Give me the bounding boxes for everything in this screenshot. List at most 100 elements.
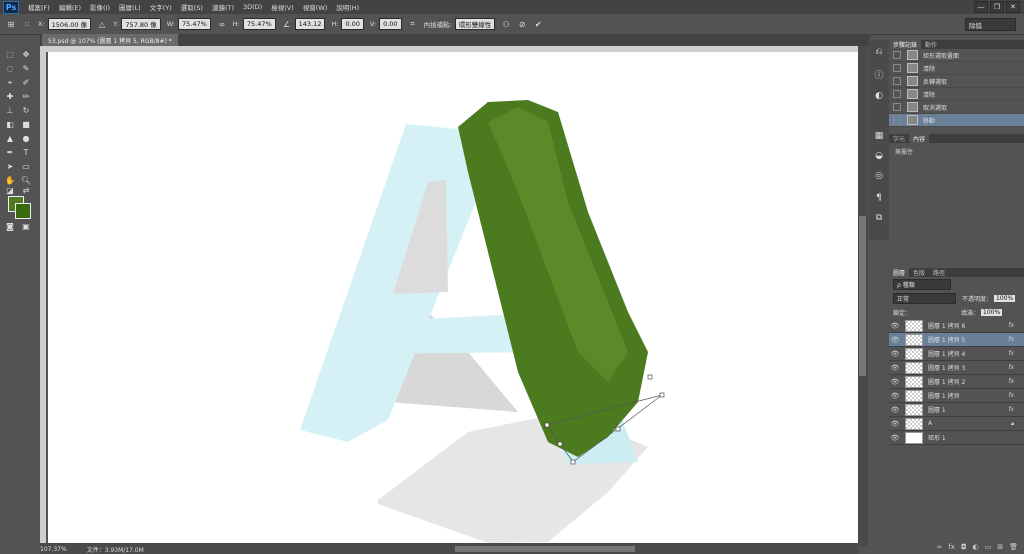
- eye-icon[interactable]: 👁︎: [889, 364, 901, 372]
- history-item[interactable]: 清除: [889, 88, 1024, 101]
- menu-layer[interactable]: 圖層(L): [119, 2, 141, 12]
- cancel-transform-icon[interactable]: ⊘: [517, 19, 527, 29]
- group-icon[interactable]: ▭: [985, 543, 992, 552]
- fx-icon[interactable]: fx: [1008, 378, 1014, 385]
- quick-select-tool-icon[interactable]: ✎: [20, 63, 32, 74]
- history-checkbox[interactable]: [893, 64, 901, 72]
- fx-icon[interactable]: fx: [1008, 350, 1014, 357]
- eye-icon[interactable]: 👁︎: [889, 420, 901, 428]
- menu-type[interactable]: 文字(Y): [150, 2, 172, 12]
- stamp-tool-icon[interactable]: ⊥: [4, 105, 16, 116]
- move-tool-preset-icon[interactable]: ⊞: [6, 19, 16, 29]
- healing-tool-icon[interactable]: ✚: [4, 91, 16, 102]
- link-layers-icon[interactable]: ∞: [937, 543, 943, 552]
- interp-select[interactable]: 環形雙線性: [454, 18, 496, 30]
- opacity-field[interactable]: 100%: [994, 294, 1016, 302]
- hskew-field[interactable]: 0.00: [341, 18, 364, 30]
- tab-character[interactable]: 字元: [889, 134, 909, 143]
- eye-icon[interactable]: 👁︎: [889, 406, 901, 414]
- brush-tool-icon[interactable]: ✏: [20, 91, 32, 102]
- workspace-select[interactable]: 除錯: [965, 18, 1016, 31]
- mask-icon[interactable]: ◘: [961, 543, 967, 552]
- eye-icon[interactable]: 👁︎: [889, 336, 901, 344]
- delta-icon[interactable]: △: [97, 19, 107, 29]
- history-checkbox[interactable]: [893, 51, 901, 59]
- swatches-panel-icon[interactable]: ▦: [873, 130, 885, 142]
- eyedropper-tool-icon[interactable]: ✐: [20, 77, 32, 88]
- tab-paths[interactable]: 路徑: [929, 268, 949, 277]
- history-item[interactable]: 矩形選取畫面: [889, 49, 1024, 62]
- h-field[interactable]: 75.47%: [242, 18, 276, 30]
- document-tab[interactable]: 53.psd @ 107% (圖層 1 拷貝 5, RGB/8#) *: [42, 34, 178, 46]
- eraser-tool-icon[interactable]: ◧: [4, 119, 16, 130]
- history-brush-tool-icon[interactable]: ↻: [20, 105, 32, 116]
- gradient-tool-icon[interactable]: ■: [20, 119, 32, 130]
- history-checkbox[interactable]: [893, 103, 901, 111]
- vertical-scroll-thumb[interactable]: [859, 216, 866, 376]
- fx-icon[interactable]: fx: [1008, 406, 1014, 413]
- dodge-tool-icon[interactable]: ●: [20, 133, 32, 144]
- eye-icon[interactable]: 👁︎: [889, 434, 901, 442]
- path-select-tool-icon[interactable]: ➤: [4, 161, 16, 172]
- link-icon[interactable]: ∞: [217, 19, 227, 29]
- x-field[interactable]: 1506.00 像: [47, 18, 92, 30]
- history-item[interactable]: 反轉選取: [889, 75, 1024, 88]
- crop-tool-icon[interactable]: ⌖: [4, 77, 16, 88]
- menu-3d[interactable]: 3D(D): [243, 3, 262, 11]
- eye-icon[interactable]: 👁︎: [889, 322, 901, 330]
- menu-edit[interactable]: 編輯(E): [59, 2, 81, 12]
- fx-menu-icon[interactable]: fx: [948, 543, 955, 552]
- new-layer-icon[interactable]: ⊞: [997, 543, 1003, 552]
- menu-image[interactable]: 影像(I): [90, 2, 110, 12]
- info-panel-icon[interactable]: ⓘ: [873, 68, 885, 81]
- layer-row[interactable]: 👁︎ 圖層 1 拷貝 3 fx: [889, 361, 1024, 375]
- history-item[interactable]: 取消選取: [889, 101, 1024, 114]
- eye-icon[interactable]: 👁︎: [889, 350, 901, 358]
- color-panel-icon[interactable]: ◐: [873, 90, 885, 102]
- menu-view[interactable]: 檢視(V): [271, 2, 294, 12]
- menu-filter[interactable]: 濾鏡(T): [212, 2, 234, 12]
- type-tool-icon[interactable]: T: [20, 147, 32, 158]
- marquee-tool-icon[interactable]: ⬚: [4, 49, 16, 60]
- angle-field[interactable]: 143.12: [294, 18, 326, 30]
- history-item[interactable]: 清除: [889, 62, 1024, 75]
- shape-tool-icon[interactable]: ▭: [20, 161, 32, 172]
- background-color-swatch[interactable]: [15, 203, 31, 219]
- history-checkbox[interactable]: [893, 77, 901, 85]
- layer-row[interactable]: 👁︎ 圖層 1 拷貝 4 fx: [889, 347, 1024, 361]
- fx-icon[interactable]: fx: [1008, 336, 1014, 343]
- vertical-scrollbar[interactable]: [858, 46, 868, 546]
- history-checkbox[interactable]: [893, 116, 901, 124]
- layer-row[interactable]: 👁︎ 圖層 1 拷貝 6 fx: [889, 319, 1024, 333]
- layer-row[interactable]: 👁︎ A 🔒︎: [889, 417, 1024, 431]
- warp-mode-icon[interactable]: ⚇: [501, 19, 511, 29]
- layer-row[interactable]: 👁︎ 圖層 1 拷貝 2 fx: [889, 375, 1024, 389]
- move-tool-icon[interactable]: ✥: [20, 49, 32, 60]
- tab-history[interactable]: 步驟記錄: [889, 40, 922, 49]
- menu-help[interactable]: 說明(H): [336, 2, 359, 12]
- history-checkbox[interactable]: [893, 90, 901, 98]
- eye-icon[interactable]: 👁︎: [889, 392, 901, 400]
- layer-kind-filter[interactable]: ρ 種類: [893, 278, 951, 290]
- swap-colors-icon[interactable]: ⇄: [20, 185, 32, 196]
- fx-icon[interactable]: fx: [1008, 364, 1014, 371]
- fill-field[interactable]: 100%: [981, 308, 1003, 316]
- layer-row-selected[interactable]: 👁︎ 圖層 1 拷貝 5 fx: [889, 333, 1024, 347]
- adjustments-panel-icon[interactable]: ◒: [873, 150, 885, 162]
- history-panel-icon[interactable]: ⎌: [873, 46, 885, 58]
- blend-mode-select[interactable]: 正常: [893, 292, 956, 304]
- horizontal-scroll-thumb[interactable]: [455, 546, 635, 552]
- reference-point-icon[interactable]: ⁙: [22, 19, 32, 29]
- warp-icon[interactable]: ⌗: [408, 19, 418, 29]
- blur-tool-icon[interactable]: ▲: [4, 133, 16, 144]
- tab-actions[interactable]: 動作: [921, 40, 941, 49]
- adjustment-icon[interactable]: ◐: [973, 543, 979, 552]
- w-field[interactable]: 75.47%: [177, 18, 211, 30]
- layer-row[interactable]: 👁︎ 圖層 1 fx: [889, 403, 1024, 417]
- commit-transform-icon[interactable]: ✔: [533, 19, 543, 29]
- clone-panel-icon[interactable]: ⧉: [873, 212, 885, 224]
- paragraph-panel-icon[interactable]: ¶: [873, 192, 885, 204]
- eye-icon[interactable]: 👁︎: [889, 378, 901, 386]
- y-field[interactable]: 757.80 像: [121, 18, 161, 30]
- default-colors-icon[interactable]: ◪: [4, 185, 16, 196]
